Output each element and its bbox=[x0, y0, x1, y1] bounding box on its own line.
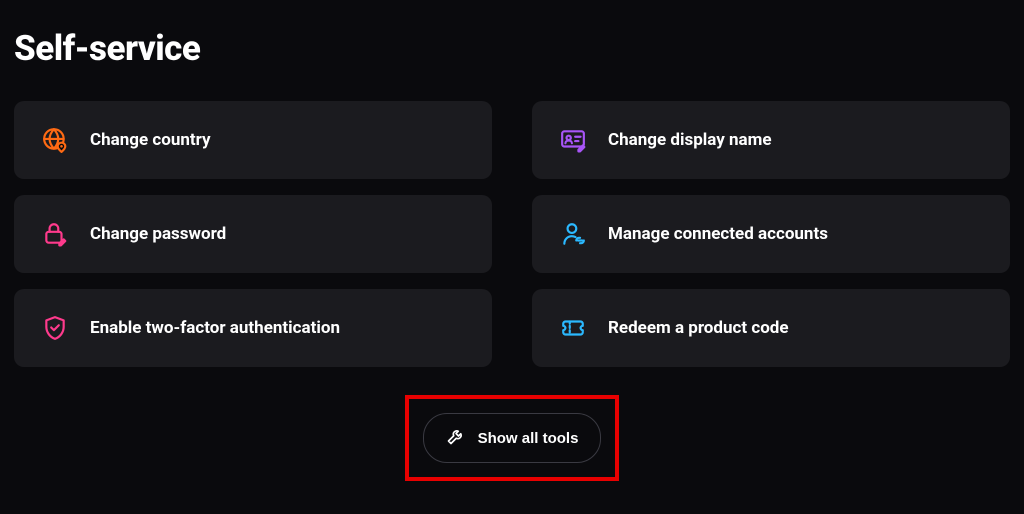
id-card-edit-icon bbox=[560, 127, 586, 153]
lock-edit-icon bbox=[42, 221, 68, 247]
show-all-tools-button[interactable]: Show all tools bbox=[423, 413, 602, 463]
self-service-grid: Change country Change display name bbox=[14, 101, 1010, 367]
card-label: Change display name bbox=[608, 130, 772, 150]
footer: Show all tools bbox=[14, 395, 1010, 481]
highlight-annotation: Show all tools bbox=[405, 395, 620, 481]
card-change-password[interactable]: Change password bbox=[14, 195, 492, 273]
card-label: Change password bbox=[90, 224, 226, 244]
ticket-icon bbox=[560, 315, 586, 341]
card-label: Change country bbox=[90, 130, 211, 150]
page-title: Self-service bbox=[14, 28, 1010, 69]
card-redeem-product-code[interactable]: Redeem a product code bbox=[532, 289, 1010, 367]
show-all-label: Show all tools bbox=[478, 430, 579, 447]
user-link-icon bbox=[560, 221, 586, 247]
card-change-country[interactable]: Change country bbox=[14, 101, 492, 179]
card-enable-two-factor[interactable]: Enable two-factor authentication bbox=[14, 289, 492, 367]
card-label: Enable two-factor authentication bbox=[90, 318, 340, 338]
card-label: Redeem a product code bbox=[608, 318, 789, 338]
card-label: Manage connected accounts bbox=[608, 224, 828, 244]
globe-location-icon bbox=[42, 127, 68, 153]
wrench-icon bbox=[446, 426, 466, 450]
card-manage-connected-accounts[interactable]: Manage connected accounts bbox=[532, 195, 1010, 273]
shield-check-icon bbox=[42, 315, 68, 341]
card-change-display-name[interactable]: Change display name bbox=[532, 101, 1010, 179]
